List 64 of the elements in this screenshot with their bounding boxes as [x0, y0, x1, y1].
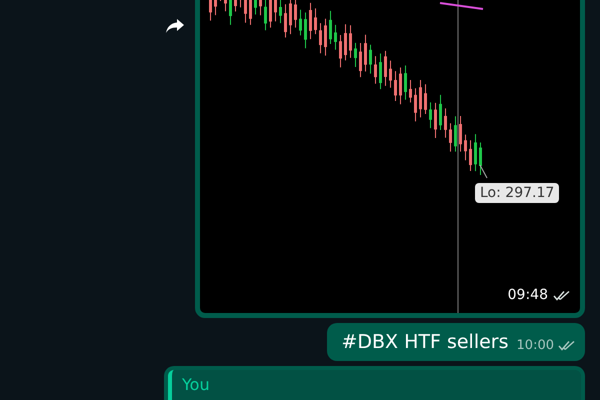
candle [454, 116, 457, 152]
chart-image[interactable]: Lo: 297.17 09:48 [195, 0, 585, 318]
message-text: #DBX HTF sellers [341, 331, 509, 353]
candle [234, 0, 237, 12]
candle [464, 134, 467, 161]
candle [224, 0, 227, 12]
candle [309, 2, 312, 40]
candle [444, 108, 447, 138]
candle [229, 0, 232, 26]
candle [209, 0, 212, 22]
candle [344, 24, 347, 61]
quoted-author: You [182, 375, 210, 394]
price-tooltip: Lo: 297.17 [475, 183, 560, 203]
candle [214, 0, 217, 16]
forward-icon[interactable] [165, 18, 185, 34]
candle [364, 34, 367, 72]
candle [429, 102, 432, 129]
candle [359, 42, 362, 78]
candle [349, 24, 352, 58]
message-time: 10:00 [516, 338, 554, 353]
candle [394, 70, 397, 102]
candle [324, 18, 327, 56]
candle [424, 84, 427, 114]
message-time: 09:48 [508, 287, 548, 303]
candle [254, 0, 257, 16]
candle [279, 0, 282, 24]
candle [299, 9, 302, 36]
leader-line [480, 164, 488, 178]
candle [259, 0, 262, 16]
candle [459, 116, 462, 152]
candle [434, 102, 437, 139]
candle [269, 0, 272, 28]
candle [369, 44, 372, 74]
candle [374, 56, 377, 84]
candle [409, 80, 412, 103]
candle [284, 4, 287, 38]
candle [334, 24, 337, 50]
candle [244, 0, 247, 24]
candle [404, 64, 407, 100]
candle [274, 0, 277, 22]
candle [264, 0, 267, 31]
candle [294, 0, 297, 28]
candle [304, 12, 307, 49]
trend-line [440, 2, 484, 10]
candle [289, 0, 292, 35]
candle [449, 122, 452, 152]
quoted-message[interactable]: You [168, 370, 581, 400]
candle [329, 10, 332, 44]
candle [239, 0, 242, 8]
candle [314, 8, 317, 35]
candle [414, 88, 417, 122]
candle [419, 80, 422, 118]
candle [399, 67, 402, 105]
candle [479, 142, 482, 176]
candle [339, 34, 342, 68]
candle [439, 94, 442, 130]
candle [319, 22, 322, 54]
candle [249, 0, 252, 26]
candle [469, 140, 472, 172]
candle [474, 134, 477, 172]
candle [354, 42, 357, 68]
candle [384, 50, 387, 86]
candle [389, 60, 392, 88]
candle [379, 52, 382, 90]
